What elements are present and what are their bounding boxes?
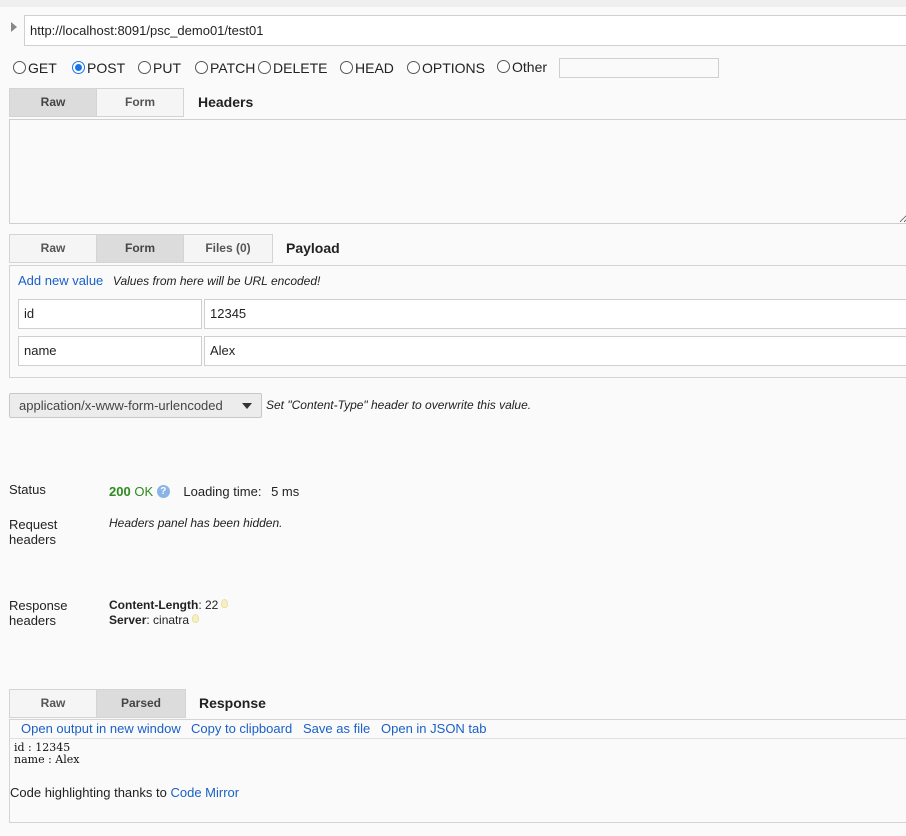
open-json-tab-link[interactable]: Open in JSON tab [381, 720, 487, 738]
add-new-value-link[interactable]: Add new value [18, 273, 103, 288]
response-headers-label-2: headers [9, 613, 56, 628]
radio-icon[interactable] [138, 61, 151, 74]
dropdown-caret-icon [242, 403, 252, 409]
method-label: OPTIONS [422, 60, 486, 76]
status-text: OK [134, 484, 154, 499]
header-value: 22 [204, 598, 219, 612]
response-body: id : 12345 name : Alex [14, 742, 79, 766]
radio-icon[interactable] [258, 61, 271, 74]
header-name: Server [109, 613, 147, 627]
url-input[interactable] [24, 15, 906, 46]
radio-icon[interactable] [195, 61, 208, 74]
form-field-value[interactable]: Alex [204, 336, 906, 366]
open-new-window-link[interactable]: Open output in new window [21, 720, 181, 738]
response-header-row: Server: cinatra [109, 613, 228, 628]
header-name: Content-Length [109, 598, 199, 612]
credit-line: Code highlighting thanks to Code Mirror [10, 785, 239, 800]
loading-time-value: 5 ms [271, 484, 300, 499]
content-type-select[interactable]: application/x-www-form-urlencoded [9, 393, 262, 418]
radio-icon[interactable] [407, 61, 420, 74]
method-label: DELETE [273, 60, 328, 76]
form-field-name[interactable]: id [18, 299, 202, 329]
method-post[interactable]: POST [72, 60, 125, 76]
content-type-note: Set "Content-Type" header to overwrite t… [266, 398, 532, 412]
request-headers-label-2: headers [9, 532, 56, 547]
status-line: 200 OK ? Loading time: 5 ms [109, 484, 299, 499]
lightbulb-icon[interactable] [192, 614, 200, 623]
method-put[interactable]: PUT [138, 60, 181, 76]
response-tab-parsed[interactable]: Parsed [96, 689, 186, 718]
lightbulb-icon[interactable] [221, 599, 229, 608]
response-header-row: Content-Length: 22 [109, 598, 229, 613]
radio-icon[interactable] [497, 60, 510, 73]
headers-tab-raw[interactable]: Raw [9, 88, 97, 117]
credit-text: Code highlighting thanks to [10, 785, 167, 800]
radio-icon[interactable] [13, 61, 26, 74]
method-label: HEAD [355, 60, 394, 76]
top-strip [0, 0, 906, 7]
method-label: PUT [153, 60, 181, 76]
status-label: Status [9, 482, 46, 497]
method-label: Other [512, 59, 548, 75]
method-head[interactable]: HEAD [340, 60, 394, 76]
method-delete[interactable]: DELETE [258, 60, 327, 76]
headers-raw-textarea[interactable] [9, 119, 906, 224]
payload-title: Payload [286, 240, 340, 256]
response-tab-raw[interactable]: Raw [9, 689, 97, 718]
method-label: PATCH [210, 60, 256, 76]
headers-tab-form[interactable]: Form [96, 88, 184, 117]
method-label: GET [28, 60, 57, 76]
copy-clipboard-link[interactable]: Copy to clipboard [191, 720, 292, 738]
payload-form-toolbar: Add new value Values from here will be U… [18, 273, 320, 288]
payload-tab-raw[interactable]: Raw [9, 234, 97, 263]
response-headers-label-1: Response [9, 598, 68, 613]
response-headers-list: Content-Length: 22 Server: cinatra [109, 598, 229, 628]
response-panel: Open output in new window Copy to clipbo… [9, 719, 906, 823]
request-headers-note: Headers panel has been hidden. [109, 516, 283, 530]
method-patch[interactable]: PATCH [195, 60, 255, 76]
radio-icon[interactable] [340, 61, 353, 74]
payload-tab-form[interactable]: Form [96, 234, 184, 263]
response-toolbar: Open output in new window Copy to clipbo… [10, 720, 906, 739]
radio-selected-icon[interactable] [72, 61, 85, 74]
payload-form-panel: Add new value Values from here will be U… [9, 265, 906, 378]
help-icon[interactable]: ? [156, 485, 170, 498]
request-headers-label-1: Request [9, 517, 58, 532]
payload-tab-files[interactable]: Files (0) [183, 234, 273, 263]
response-title: Response [199, 695, 266, 711]
code-mirror-link[interactable]: Code Mirror [170, 785, 239, 800]
headers-title: Headers [198, 94, 254, 110]
content-type-value: application/x-www-form-urlencoded [19, 398, 223, 413]
method-get[interactable]: GET [13, 60, 57, 76]
form-field-value[interactable]: 12345 [204, 299, 906, 329]
status-code: 200 [109, 484, 131, 499]
save-as-file-link[interactable]: Save as file [303, 720, 370, 738]
other-method-input[interactable] [559, 58, 719, 78]
form-field-name[interactable]: name [18, 336, 202, 366]
method-other[interactable]: Other [497, 59, 547, 75]
method-options[interactable]: OPTIONS [407, 60, 485, 76]
url-encoded-note: Values from here will be URL encoded! [112, 274, 321, 288]
header-value: cinatra [153, 613, 190, 627]
loading-time-label: Loading time: [183, 484, 262, 499]
expand-arrow-icon[interactable] [11, 22, 17, 32]
response-body-line: name : Alex [14, 753, 80, 766]
method-label: POST [87, 60, 126, 76]
